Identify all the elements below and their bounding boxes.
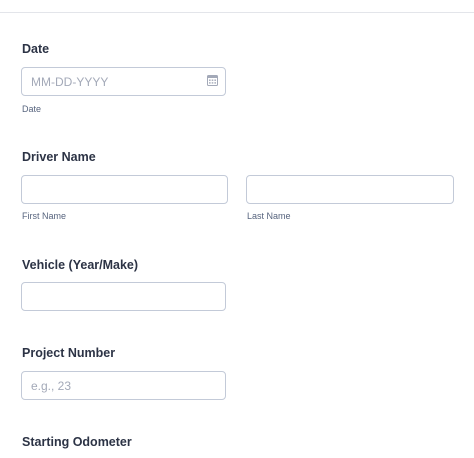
first-name-input[interactable] [21,175,228,204]
date-sublabel: Date [22,104,42,114]
driver-name-label: Driver Name [22,150,96,164]
starting-odometer-label: Starting Odometer [22,435,132,449]
project-number-label: Project Number [22,346,116,360]
date-input[interactable] [21,67,226,96]
top-divider [0,12,474,13]
last-name-sublabel: Last Name [247,211,291,221]
project-number-input[interactable] [21,371,226,400]
vehicle-label: Vehicle (Year/Make) [22,258,139,272]
last-name-input[interactable] [246,175,454,204]
first-name-sublabel: First Name [22,211,67,221]
calendar-icon[interactable] [207,75,218,86]
vehicle-input[interactable] [21,282,226,311]
date-label: Date [22,42,50,56]
